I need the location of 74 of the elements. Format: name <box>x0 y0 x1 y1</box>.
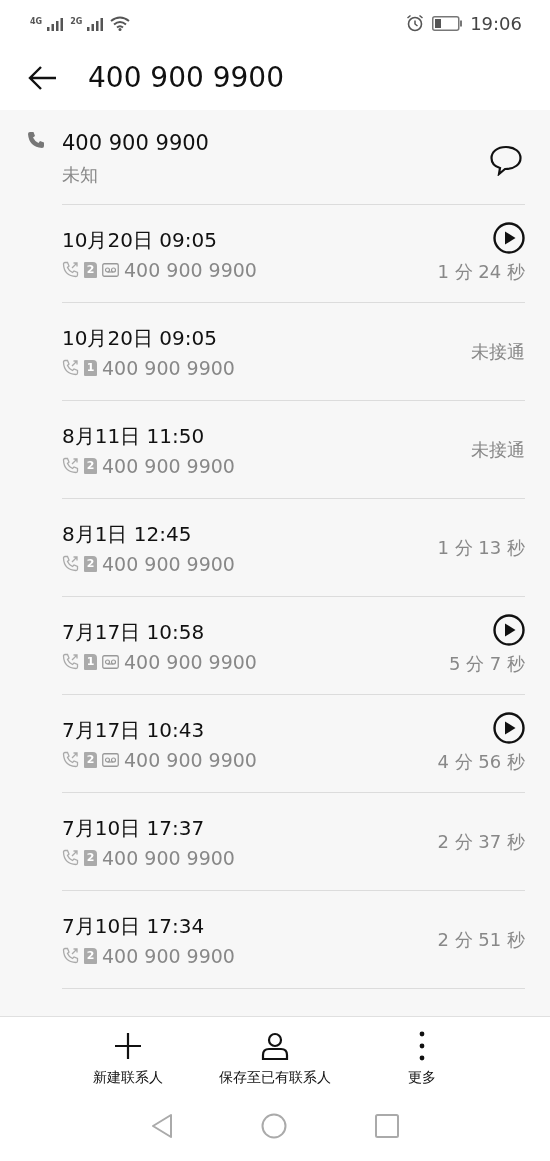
sim-badge: 2 <box>84 457 97 474</box>
action-button[interactable]: 更多 <box>370 1017 474 1098</box>
call-number: 400 900 9900 <box>102 453 235 479</box>
call-log-item[interactable]: 10月20日 09:05 1 400 900 9900 未接通 <box>62 302 525 400</box>
outgoing-call-icon <box>62 261 79 278</box>
play-icon[interactable] <box>493 614 525 646</box>
network-label: 2G <box>70 15 83 28</box>
call-number: 400 900 9900 <box>124 649 257 675</box>
play-icon[interactable] <box>493 712 525 744</box>
call-duration: 2 分 37 秒 <box>437 830 525 854</box>
call-number: 400 900 9900 <box>102 551 235 577</box>
back-arrow-icon[interactable] <box>28 65 58 91</box>
call-log-item[interactable]: 8月11日 11:50 2 400 900 9900 未接通 <box>62 400 525 498</box>
outgoing-call-icon <box>62 849 79 866</box>
voicemail-icon <box>102 752 119 767</box>
signal-icon <box>46 16 65 31</box>
call-duration: 未接通 <box>471 340 525 364</box>
call-log-item[interactable]: 7月10日 17:34 2 400 900 9900 2 分 51 秒 <box>62 890 525 988</box>
outgoing-call-icon <box>62 457 79 474</box>
call-log-item[interactable]: 7月17日 10:58 1 400 900 9900 5 分 7 秒 <box>62 596 525 694</box>
more-icon <box>419 1031 425 1061</box>
phone-number: 400 900 9900 <box>62 130 210 157</box>
outgoing-call-icon <box>62 751 79 768</box>
outgoing-call-icon <box>62 947 79 964</box>
call-date: 7月10日 17:37 <box>62 814 206 842</box>
play-icon[interactable] <box>493 222 525 254</box>
call-log-item[interactable]: 7月10日 17:37 2 400 900 9900 2 分 37 秒 <box>62 792 525 890</box>
number-label: 未知 <box>62 163 99 187</box>
call-log-item[interactable]: 10月20日 09:05 2 400 900 9900 1 分 24 秒 <box>62 204 525 302</box>
call-duration: 2 分 51 秒 <box>437 928 525 952</box>
call-number: 400 900 9900 <box>102 845 235 871</box>
alarm-icon <box>406 14 425 32</box>
battery-icon <box>432 15 463 31</box>
action-button[interactable]: 保存至已有联系人 <box>200 1017 350 1098</box>
sim-badge: 2 <box>84 849 97 866</box>
call-date: 8月11日 11:50 <box>62 422 206 450</box>
phone-icon <box>26 130 46 150</box>
call-duration: 4 分 56 秒 <box>437 750 525 774</box>
call-number: 400 900 9900 <box>124 257 257 283</box>
call-duration: 1 分 24 秒 <box>437 260 525 284</box>
call-number: 400 900 9900 <box>124 747 257 773</box>
sim-badge: 2 <box>84 261 97 278</box>
clock-time: 19:06 <box>470 11 522 36</box>
sim-badge: 1 <box>84 359 97 376</box>
person-icon <box>260 1031 290 1061</box>
call-duration: 5 分 7 秒 <box>448 652 525 676</box>
wifi-icon <box>110 15 131 31</box>
page-title: 400 900 9900 <box>88 60 284 96</box>
sim-badge: 2 <box>84 947 97 964</box>
signal-icon <box>86 16 105 31</box>
call-duration: 未接通 <box>471 438 525 462</box>
call-log-item[interactable]: 7月17日 10:43 2 400 900 9900 4 分 56 秒 <box>62 694 525 792</box>
call-number: 400 900 9900 <box>102 943 235 969</box>
message-icon[interactable] <box>489 144 523 176</box>
sim-badge: 2 <box>84 751 97 768</box>
call-date: 7月10日 17:34 <box>62 912 206 940</box>
call-date: 7月17日 10:58 <box>62 618 206 646</box>
call-duration: 1 分 13 秒 <box>437 536 525 560</box>
voicemail-icon <box>102 262 119 277</box>
sim-badge: 2 <box>84 555 97 572</box>
call-number: 400 900 9900 <box>102 355 235 381</box>
call-date: 7月17日 10:43 <box>62 716 206 744</box>
call-date: 10月20日 09:05 <box>62 324 218 352</box>
network-label: 4G <box>30 15 43 28</box>
outgoing-call-icon <box>62 653 79 670</box>
call-date: 10月20日 09:05 <box>62 226 218 254</box>
action-button[interactable]: 新建联系人 <box>76 1017 180 1098</box>
outgoing-call-icon <box>62 555 79 572</box>
outgoing-call-icon <box>62 359 79 376</box>
sim-badge: 1 <box>84 653 97 670</box>
voicemail-icon <box>102 654 119 669</box>
plus-icon <box>113 1031 143 1061</box>
call-date: 8月1日 12:45 <box>62 520 193 548</box>
call-log-item[interactable]: 8月1日 12:45 2 400 900 9900 1 分 13 秒 <box>62 498 525 596</box>
